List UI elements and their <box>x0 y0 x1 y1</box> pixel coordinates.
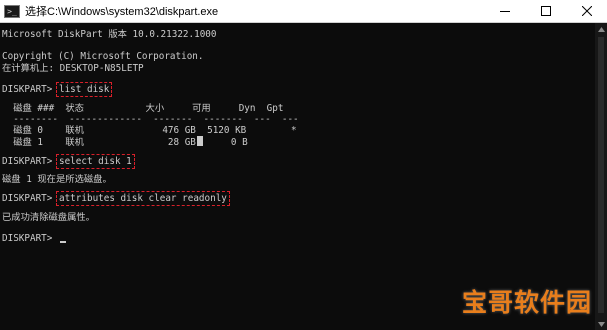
vertical-scrollbar[interactable] <box>595 23 607 330</box>
scroll-up-arrow-icon[interactable] <box>595 23 607 35</box>
prompt: DISKPART> <box>2 193 58 204</box>
command-list-disk: list disk <box>55 82 113 97</box>
version-line: Microsoft DiskPart 版本 10.0.21322.1000 <box>2 29 217 40</box>
command-select-disk: select disk 1 <box>55 154 135 169</box>
scrollbar-thumb[interactable] <box>598 37 604 313</box>
close-button[interactable] <box>566 0 607 22</box>
response-line: 磁盘 1 现在是所选磁盘。 <box>2 174 112 185</box>
title-bar: >_ 选择C:\Windows\system32\diskpart.exe <box>0 0 607 23</box>
prompt-line: DISKPART> attributes disk clear readonly <box>2 191 230 206</box>
maximize-button[interactable] <box>525 0 566 22</box>
command-attributes: attributes disk clear readonly <box>55 191 230 206</box>
prompt-line: DISKPART> list disk <box>2 82 113 97</box>
text-cursor <box>59 241 66 243</box>
computer-line: 在计算机上: DESKTOP-N85LETP <box>2 63 144 74</box>
window-title: 选择C:\Windows\system32\diskpart.exe <box>25 6 219 18</box>
prompt: DISKPART> <box>2 84 58 95</box>
prompt: DISKPART> <box>2 156 58 167</box>
prompt: DISKPART> <box>2 233 58 244</box>
disk-row-start: 磁盘 1 联机 28 GB <box>2 137 196 148</box>
minimize-icon <box>499 11 510 12</box>
prompt-line: DISKPART> <box>2 233 66 245</box>
prompt-line: DISKPART> select disk 1 <box>2 154 135 169</box>
maximize-icon <box>540 6 551 16</box>
window-controls <box>484 0 607 22</box>
close-icon <box>581 6 592 16</box>
scroll-down-arrow-icon[interactable] <box>595 318 607 330</box>
disk-row-end: 0 B <box>202 137 248 148</box>
watermark-text: 宝哥软件园 <box>461 288 592 317</box>
watermark-logo: 宝哥软件园 <box>461 282 593 320</box>
minimize-button[interactable] <box>484 0 525 22</box>
copyright-line: Copyright (C) Microsoft Corporation. <box>2 51 204 62</box>
disk-row: 磁盘 1 联机 28 GB 0 B <box>2 136 248 149</box>
response-line: 已成功清除磁盘属性。 <box>2 212 95 223</box>
console-window-icon: >_ <box>4 4 20 18</box>
